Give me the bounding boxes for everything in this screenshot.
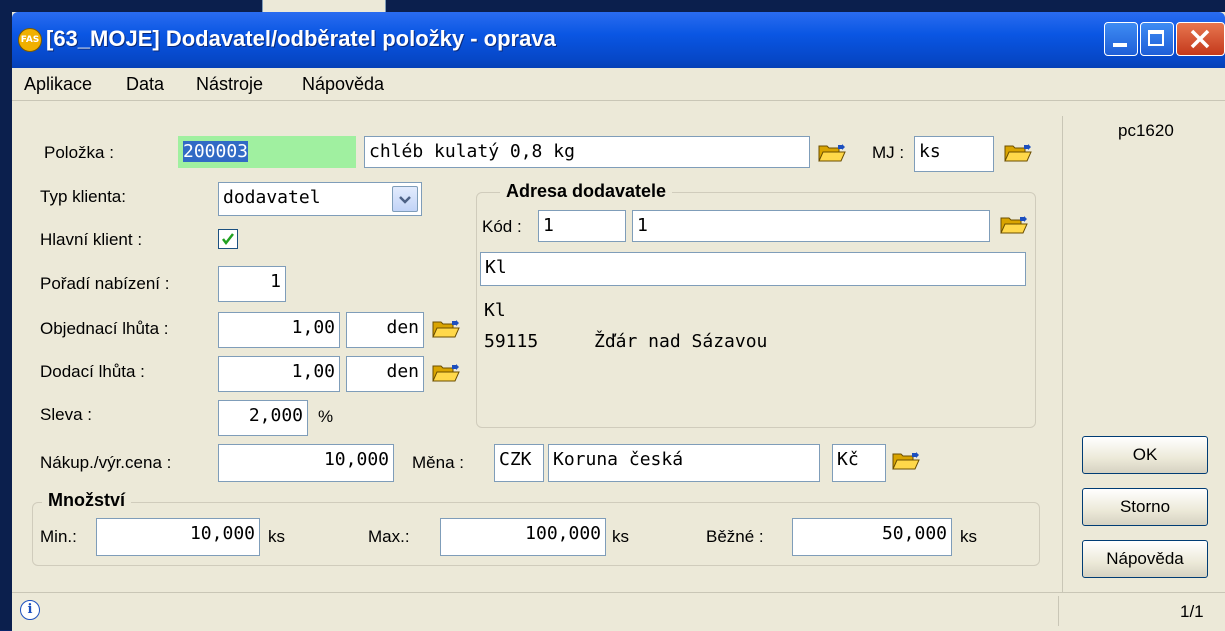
dodaci-lhuta-unit[interactable]: den — [346, 356, 424, 392]
mena-symbol-field[interactable]: Kč — [832, 444, 886, 482]
min-unit: ks — [268, 527, 285, 546]
checkmark-icon — [222, 233, 234, 246]
max-label: Max.: — [368, 527, 410, 546]
polozka-code-field[interactable]: 200003 — [178, 136, 356, 168]
minimize-button[interactable] — [1104, 22, 1138, 56]
mj-label: MJ : — [872, 143, 905, 162]
poradi-label: Pořadí nabízení : — [40, 274, 170, 293]
window-title: [63_MOJE] Dodavatel/odběratel položky - … — [46, 26, 556, 51]
adresa-city: Žďár nad Sázavou — [594, 331, 768, 352]
mena-code-field[interactable]: CZK — [494, 444, 544, 482]
kod-folder-icon[interactable] — [1000, 215, 1028, 235]
napoveda-button[interactable]: Nápověda — [1082, 540, 1208, 578]
max-field[interactable]: 100,000 — [440, 518, 606, 556]
menu-nastroje[interactable]: Nástroje — [196, 74, 263, 95]
bezne-label: Běžné : — [706, 527, 764, 546]
storno-button[interactable]: Storno — [1082, 488, 1208, 526]
panel-divider — [1062, 116, 1063, 592]
objednaci-folder-icon[interactable] — [432, 319, 460, 339]
computer-name: pc1620 — [1118, 121, 1174, 140]
typ-klienta-dropdown-button[interactable] — [392, 186, 418, 212]
max-unit: ks — [612, 527, 629, 546]
sleva-field[interactable]: 2,000 — [218, 400, 308, 436]
menu-aplikace[interactable]: Aplikace — [24, 74, 92, 95]
typ-klienta-value: dodavatel — [223, 187, 321, 208]
poradi-field[interactable]: 1 — [218, 266, 286, 302]
bezne-unit: ks — [960, 527, 977, 546]
kod-name-field[interactable]: 1 — [632, 210, 990, 242]
polozka-code-selection: 200003 — [183, 141, 249, 162]
cena-field[interactable]: 10,000 — [218, 444, 394, 482]
typ-klienta-label: Typ klienta: — [40, 187, 126, 206]
hlavni-klient-checkbox[interactable] — [218, 229, 238, 249]
dodaci-folder-icon[interactable] — [432, 363, 460, 383]
bezne-field[interactable]: 50,000 — [792, 518, 952, 556]
dodaci-lhuta-field[interactable]: 1,00 — [218, 356, 340, 392]
sleva-label: Sleva : — [40, 405, 92, 424]
kod-field[interactable]: 1 — [538, 210, 626, 242]
menu-data[interactable]: Data — [126, 74, 164, 95]
menu-napoveda[interactable]: Nápověda — [302, 74, 384, 95]
maximize-icon — [1148, 30, 1164, 46]
adresa-title: Adresa dodavatele — [500, 181, 673, 202]
dodaci-lhuta-label: Dodací lhůta : — [40, 362, 145, 381]
mj-folder-icon[interactable] — [1004, 143, 1032, 163]
adresa-zip: 59115 — [484, 331, 539, 352]
desktop-background-left — [0, 0, 12, 630]
objednaci-lhuta-label: Objednací lhůta : — [40, 319, 169, 338]
app-icon: FAS — [18, 28, 42, 52]
mj-field[interactable]: ks — [914, 136, 994, 172]
cena-label: Nákup./výr.cena : — [40, 453, 172, 472]
adresa-line1: Kl — [484, 300, 506, 321]
objednaci-lhuta-field[interactable]: 1,00 — [218, 312, 340, 348]
polozka-name-field[interactable]: chléb kulatý 0,8 kg — [364, 136, 810, 168]
mena-label: Měna : — [412, 453, 464, 472]
status-divider — [1058, 596, 1059, 626]
mena-name-field[interactable]: Koruna česká — [548, 444, 820, 482]
min-label: Min.: — [40, 527, 77, 546]
desktop-background — [0, 0, 1225, 12]
hlavni-klient-label: Hlavní klient : — [40, 230, 143, 249]
chevron-down-icon — [399, 196, 411, 204]
sleva-unit: % — [318, 407, 334, 426]
open-folder-icon[interactable] — [818, 143, 846, 163]
ok-button[interactable]: OK — [1082, 436, 1208, 474]
adresa-name-field[interactable]: Kl — [480, 252, 1026, 286]
polozka-label: Položka : — [44, 143, 114, 162]
min-field[interactable]: 10,000 — [96, 518, 260, 556]
objednaci-lhuta-unit[interactable]: den — [346, 312, 424, 348]
minimize-icon — [1113, 43, 1127, 47]
page-indicator: 1/1 — [1180, 602, 1204, 621]
mnozstvi-title: Množství — [42, 490, 132, 511]
mena-folder-icon[interactable] — [892, 451, 920, 471]
close-icon — [1190, 29, 1210, 49]
info-icon: i — [20, 600, 40, 620]
maximize-button[interactable] — [1140, 22, 1174, 56]
close-button[interactable] — [1176, 22, 1225, 56]
status-bar — [12, 592, 1225, 631]
kod-label: Kód : — [482, 217, 522, 236]
menu-bar — [12, 68, 1225, 101]
